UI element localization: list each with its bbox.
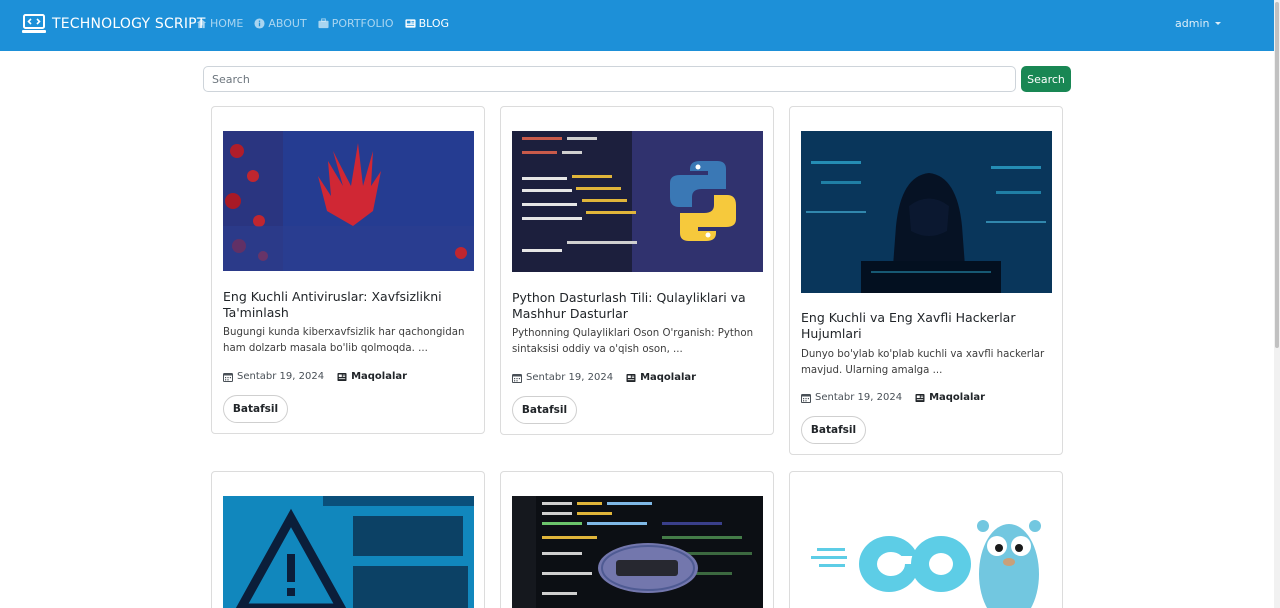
card-excerpt: Pythonning Qulayliklari Oson O'rganish: … <box>512 328 754 355</box>
navbar: TECHNOLOGY SCRIPT HOME ABOUT PORTFOLIO B… <box>0 0 1274 51</box>
nav-about[interactable]: ABOUT <box>254 17 307 30</box>
php-code-image[interactable] <box>512 496 763 608</box>
blog-card <box>789 471 1063 608</box>
newspaper-icon <box>405 19 416 28</box>
blog-card: Eng Kuchli va Eng Xavfli Hackerlar Hujum… <box>789 106 1063 455</box>
brand[interactable]: TECHNOLOGY SCRIPT <box>22 14 206 34</box>
nav-about-label: ABOUT <box>268 17 307 30</box>
card-meta: Sentabr 19, 2024 Maqolalar <box>223 371 407 382</box>
calendar-icon <box>801 393 811 403</box>
newspaper-icon <box>626 373 636 382</box>
scrollbar-thumb[interactable] <box>1275 2 1279 348</box>
nav-home-label: HOME <box>210 17 244 30</box>
nav-links: HOME ABOUT PORTFOLIO BLOG <box>196 17 460 30</box>
card-date: Sentabr 19, 2024 <box>801 392 902 403</box>
newspaper-icon <box>915 393 925 402</box>
blog-card: Python Dasturlash Tili: Qulayliklari va … <box>500 106 774 435</box>
calendar-icon <box>223 372 233 382</box>
card-meta: Sentabr 19, 2024 Maqolalar <box>512 372 696 383</box>
user-dropdown[interactable]: admin <box>1175 17 1222 30</box>
card-title[interactable]: Eng Kuchli Antiviruslar: Xavfsizlikni Ta… <box>223 289 474 321</box>
nav-portfolio[interactable]: PORTFOLIO <box>318 17 394 30</box>
card-category[interactable]: Maqolalar <box>626 372 696 383</box>
card-category-text: Maqolalar <box>351 371 408 382</box>
python-code-image[interactable] <box>512 131 763 272</box>
card-date-text: Sentabr 19, 2024 <box>815 392 903 403</box>
card-date: Sentabr 19, 2024 <box>512 372 613 383</box>
calendar-icon <box>512 373 522 383</box>
go-gopher-image[interactable] <box>801 496 1052 608</box>
card-title[interactable]: Python Dasturlash Tili: Qulayliklari va … <box>512 290 763 322</box>
nav-blog[interactable]: BLOG <box>405 17 449 30</box>
brand-name: TECHNOLOGY SCRIPT <box>52 16 206 32</box>
user-name: admin <box>1175 17 1210 30</box>
newspaper-icon <box>337 372 347 381</box>
card-title[interactable]: Eng Kuchli va Eng Xavfli Hackerlar Hujum… <box>801 310 1052 342</box>
card-date-text: Sentabr 19, 2024 <box>526 372 614 383</box>
caret-down-icon <box>1215 22 1222 25</box>
card-category[interactable]: Maqolalar <box>915 392 985 403</box>
hacker-image[interactable] <box>801 131 1052 293</box>
home-icon <box>196 18 207 29</box>
blog-card <box>500 471 774 608</box>
card-date: Sentabr 19, 2024 <box>223 371 324 382</box>
virus-detected-image[interactable] <box>223 496 474 608</box>
blog-card <box>211 471 485 608</box>
search-button[interactable]: Search <box>1021 66 1071 92</box>
info-icon <box>254 18 265 29</box>
read-more-button[interactable]: Batafsil <box>801 416 866 444</box>
blog-card: Eng Kuchli Antiviruslar: Xavfsizlikni Ta… <box>211 106 485 434</box>
card-meta: Sentabr 19, 2024 Maqolalar <box>801 392 985 403</box>
card-excerpt: Bugungi kunda kiberxavfsizlik har qachon… <box>223 327 465 354</box>
nav-portfolio-label: PORTFOLIO <box>331 17 394 30</box>
read-more-button[interactable]: Batafsil <box>223 395 288 423</box>
search-input[interactable] <box>203 66 1016 92</box>
nav-blog-label: BLOG <box>418 17 450 30</box>
card-excerpt: Dunyo bo'ylab ko'plab kuchli va xavfli h… <box>801 349 1045 376</box>
card-category-text: Maqolalar <box>929 392 986 403</box>
card-date-text: Sentabr 19, 2024 <box>237 371 325 382</box>
card-category-text: Maqolalar <box>640 372 697 383</box>
briefcase-icon <box>318 18 329 29</box>
read-more-button[interactable]: Batafsil <box>512 396 577 424</box>
virus-alert-image[interactable] <box>223 131 474 271</box>
nav-home[interactable]: HOME <box>196 17 243 30</box>
laptop-code-icon <box>22 14 46 33</box>
card-category[interactable]: Maqolalar <box>337 371 407 382</box>
